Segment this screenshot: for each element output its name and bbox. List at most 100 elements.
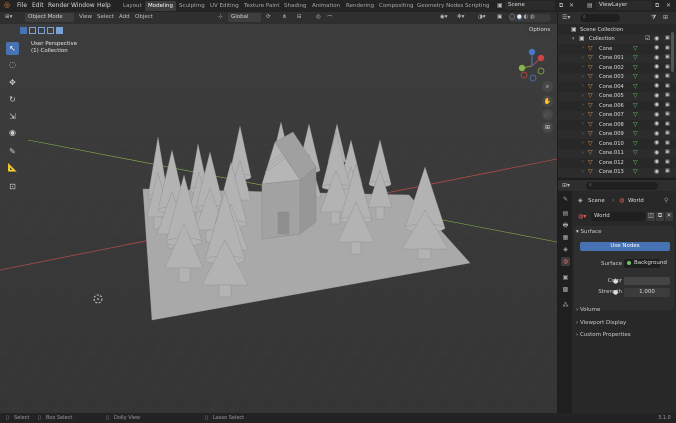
tool-tab-icon[interactable]: ✎ (561, 195, 570, 204)
custom-properties-section-header[interactable]: › Custom Properties (576, 332, 631, 338)
menu-help[interactable]: Help (97, 2, 111, 9)
tab-sculpting[interactable]: Sculpting (176, 1, 208, 11)
eye-icon[interactable]: ◉ (654, 111, 659, 118)
outliner-item[interactable]: › ▽ Cone.004 ▽ ◉ ▣ (558, 82, 676, 92)
new-collection-icon[interactable]: ⊞ (663, 14, 668, 21)
editor-type-icon[interactable]: ⊞▾ (5, 14, 12, 20)
select-subtract-icon[interactable] (38, 27, 45, 34)
expand-arrow-icon[interactable]: › (582, 131, 584, 137)
menu-edit[interactable]: Edit (32, 2, 44, 9)
pin-icon[interactable]: ⚲ (664, 197, 668, 204)
mesh-data-icon[interactable]: ▽ (633, 140, 638, 147)
solid-shading-icon[interactable]: ● (516, 14, 522, 20)
expand-arrow-icon[interactable]: › (582, 169, 584, 175)
mesh-data-icon[interactable]: ▽ (633, 111, 638, 118)
tab-texture-paint[interactable]: Texture Paint (241, 1, 283, 11)
outliner-collection[interactable]: ▾ ▣ Collection ☑ ◉ ▣ (558, 34, 676, 44)
view-layer-tab-icon[interactable]: ▦ (561, 233, 570, 242)
outliner-item[interactable]: › ▽ Cone.013 ▽ ◉ ▣ (558, 167, 676, 177)
xray-toggle-icon[interactable]: ▣ (497, 14, 502, 20)
camera-icon[interactable]: ▣ (665, 168, 670, 174)
duplicate-world-icon[interactable]: ⧉ (656, 212, 664, 221)
menu-render[interactable]: Render (48, 2, 69, 9)
outliner-item[interactable]: › ▽ Cone.003 ▽ ◉ ▣ (558, 72, 676, 82)
expand-arrow-icon[interactable]: › (582, 150, 584, 156)
eye-icon[interactable]: ◉ (654, 54, 659, 61)
outliner-item[interactable]: › ▽ Cone.002 ▽ ◉ ▣ (558, 63, 676, 73)
outliner-scrollbar[interactable] (671, 32, 674, 72)
outliner-item[interactable]: › ▽ Cone ▽ ◉ ▣ (558, 44, 676, 54)
color-swatch[interactable] (624, 277, 670, 285)
camera-icon[interactable]: ▣ (665, 149, 670, 155)
wireframe-shading-icon[interactable]: ◯ (509, 14, 515, 20)
mesh-data-icon[interactable]: ▽ (633, 54, 638, 61)
eye-icon[interactable]: ◉ (654, 101, 659, 108)
mesh-data-icon[interactable]: ▽ (633, 64, 638, 71)
strength-socket-icon[interactable]: ● (613, 289, 618, 296)
new-view-layer-icon[interactable]: ⧉ (655, 2, 659, 10)
tab-scripting[interactable]: Scripting (462, 1, 492, 11)
mode-dropdown[interactable]: Object Mode (25, 13, 74, 22)
camera-icon[interactable]: ▣ (665, 111, 670, 117)
rendered-shading-icon[interactable]: ◍ (530, 14, 535, 20)
expand-arrow-icon[interactable]: › (582, 55, 584, 61)
camera-icon[interactable]: ▣ (665, 130, 670, 136)
mesh-data-icon[interactable]: ▽ (633, 130, 638, 137)
measure-tool-icon[interactable]: 📐 (6, 161, 19, 174)
camera-icon[interactable]: ▣ (665, 83, 670, 89)
snap-icon[interactable]: ⋔ (282, 14, 287, 20)
expand-arrow-icon[interactable]: › (582, 140, 584, 146)
select-new-icon[interactable] (20, 27, 27, 34)
expand-arrow-icon[interactable]: › (582, 83, 584, 89)
strength-field[interactable]: 1.000 (624, 288, 670, 297)
delete-scene-icon[interactable]: ✕ (569, 2, 574, 9)
camera-view-icon[interactable]: 🎥 (542, 109, 553, 120)
outliner-item[interactable]: › ▽ Cone.005 ▽ ◉ ▣ (558, 91, 676, 101)
view-layer-field[interactable]: ViewLayer (596, 1, 652, 10)
snap-target-icon[interactable]: ⊟ (297, 14, 302, 20)
expand-arrow-icon[interactable]: › (582, 74, 584, 80)
eye-icon[interactable]: ◉ (654, 35, 659, 42)
view-layer-icon[interactable]: ▤ (587, 2, 593, 9)
mesh-data-icon[interactable]: ▽ (633, 83, 638, 90)
scene-name-field[interactable]: Scene (505, 1, 555, 10)
collapse-arrow-icon[interactable]: ▾ (572, 36, 575, 42)
unlink-world-icon[interactable]: ✕ (665, 212, 673, 221)
mesh-data-icon[interactable]: ▽ (633, 121, 638, 128)
world-tab-icon[interactable]: ◍ (561, 257, 570, 266)
eye-icon[interactable]: ◉ (654, 130, 659, 137)
eye-icon[interactable]: ◉ (654, 63, 659, 70)
menu-window[interactable]: Window (71, 2, 95, 9)
tab-animation[interactable]: Animation (309, 1, 343, 11)
gizmo-toggle-icon[interactable]: ✥▾ (457, 14, 464, 20)
outliner-item[interactable]: › ▽ Cone.012 ▽ ◉ ▣ (558, 158, 676, 168)
proportional-edit-icon[interactable]: ◎ (316, 14, 321, 20)
annotate-tool-icon[interactable]: ✎ (6, 145, 19, 158)
use-nodes-button[interactable]: Use Nodes (580, 242, 670, 251)
mesh-data-icon[interactable]: ▽ (633, 102, 638, 109)
eye-icon[interactable]: ◉ (654, 82, 659, 89)
expand-arrow-icon[interactable]: › (582, 121, 584, 127)
outliner-item[interactable]: › ▽ Cone.008 ▽ ◉ ▣ (558, 120, 676, 130)
outliner-item[interactable]: › ▽ Cone.007 ▽ ◉ ▣ (558, 110, 676, 120)
menu-object[interactable]: Object (135, 14, 153, 20)
texture-tab-icon[interactable]: ▩ (561, 285, 570, 294)
world-browse-icon[interactable]: ◍▾ (578, 213, 586, 220)
expand-arrow-icon[interactable]: › (582, 159, 584, 165)
menu-view[interactable]: View (79, 14, 92, 20)
expand-arrow-icon[interactable]: › (582, 45, 584, 51)
move-tool-icon[interactable]: ✥ (6, 76, 19, 89)
menu-add[interactable]: Add (119, 14, 130, 20)
properties-editor-icon[interactable]: ⊞▾ (562, 182, 570, 189)
camera-icon[interactable]: ▣ (665, 35, 670, 41)
zoom-icon[interactable]: ⌕ (542, 81, 553, 92)
rotate-tool-icon[interactable]: ↻ (6, 93, 19, 106)
menu-select[interactable]: Select (97, 14, 114, 20)
camera-icon[interactable]: ▣ (665, 121, 670, 127)
scene-selector-icon[interactable]: ▣ (497, 2, 503, 9)
add-cube-tool-icon[interactable]: ⊡ (6, 180, 19, 193)
outliner-item[interactable]: › ▽ Cone.010 ▽ ◉ ▣ (558, 139, 676, 149)
world-name-field[interactable]: World (591, 212, 645, 221)
tab-layout[interactable]: Layout (120, 1, 145, 11)
outliner-item[interactable]: › ▽ Cone.006 ▽ ◉ ▣ (558, 101, 676, 111)
